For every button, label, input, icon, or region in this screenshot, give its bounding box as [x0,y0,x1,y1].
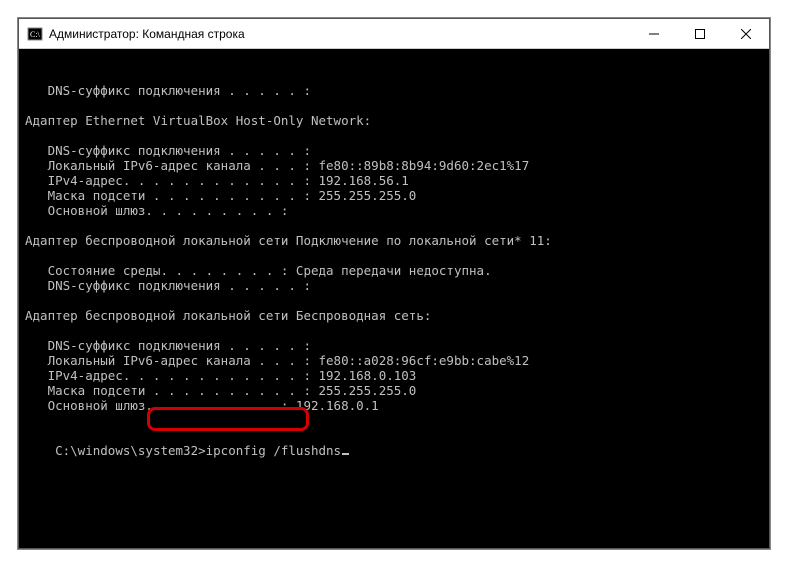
output-line: Адаптер Ethernet VirtualBox Host-Only Ne… [25,113,763,128]
titlebar[interactable]: C:\ Администратор: Командная строка [19,19,769,49]
output-line: Адаптер беспроводной локальной сети Подк… [25,233,763,248]
output-line: Основной шлюз. . . . . . . . . : [25,203,763,218]
maximize-button[interactable] [677,19,723,49]
terminal-area[interactable]: DNS-суффикс подключения . . . . . : Адап… [19,49,769,548]
output-line [25,413,763,428]
close-button[interactable] [723,19,769,49]
output-line: DNS-суффикс подключения . . . . . : [25,278,763,293]
output-line: DNS-суффикс подключения . . . . . : [25,143,763,158]
output-line [25,98,763,113]
output-line: IPv4-адрес. . . . . . . . . . . . : 192.… [25,173,763,188]
minimize-button[interactable] [631,19,677,49]
output-text: DNS-суффикс подключения . . . . . : Адап… [25,83,763,428]
output-line [25,218,763,233]
cursor [342,453,349,455]
output-line: Основной шлюз. . . . . . . . . : 192.168… [25,398,763,413]
typed-command: ipconfig /flushdns [206,443,341,458]
output-line: Локальный IPv6-адрес канала . . . : fe80… [25,158,763,173]
prompt-line: C:\windows\system32>ipconfig /flushdns [55,443,349,458]
output-line: Состояние среды. . . . . . . . : Среда п… [25,263,763,278]
output-line [25,248,763,263]
output-line: DNS-суффикс подключения . . . . . : [25,338,763,353]
output-line [25,293,763,308]
output-line [25,128,763,143]
cmd-window: C:\ Администратор: Командная строка DNS-… [18,18,770,549]
output-line: IPv4-адрес. . . . . . . . . . . . : 192.… [25,368,763,383]
output-line: DNS-суффикс подключения . . . . . : [25,83,763,98]
output-line: Маска подсети . . . . . . . . . . : 255.… [25,383,763,398]
output-line [25,323,763,338]
svg-text:C:\: C:\ [30,30,41,39]
output-line: Маска подсети . . . . . . . . . . : 255.… [25,188,763,203]
window-title: Администратор: Командная строка [49,27,631,41]
output-line: Адаптер беспроводной локальной сети Бесп… [25,308,763,323]
cmd-icon: C:\ [27,26,43,42]
prompt-path: C:\windows\system32> [55,443,206,458]
output-line: Локальный IPv6-адрес канала . . . : fe80… [25,353,763,368]
window-controls [631,19,769,48]
